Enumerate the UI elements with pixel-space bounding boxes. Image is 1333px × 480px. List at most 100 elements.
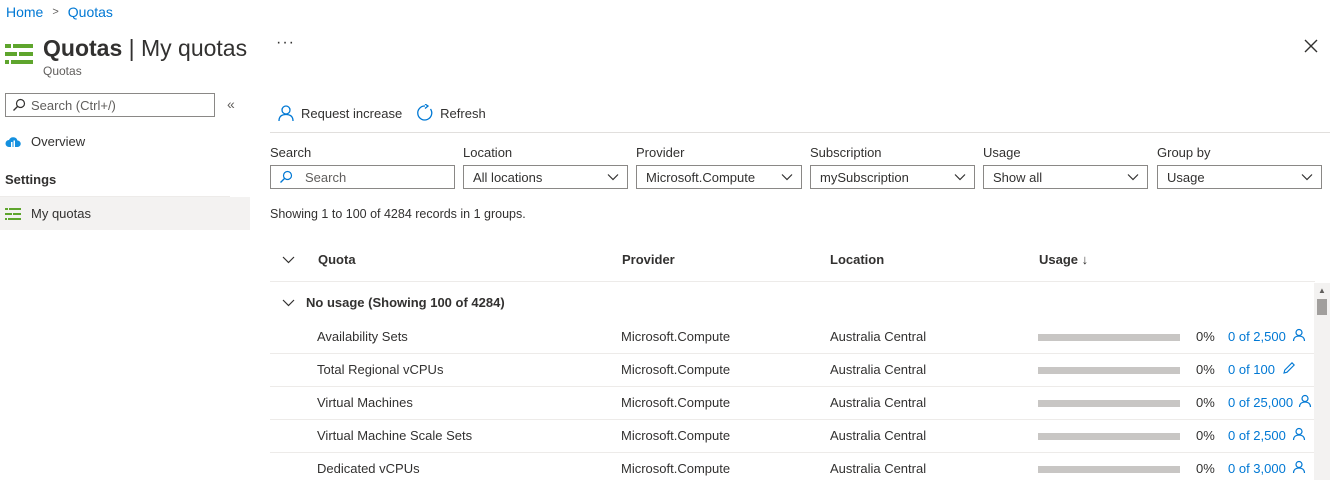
toolbar: Request increase Refresh bbox=[277, 104, 486, 122]
quota-cell: Total Regional vCPUs bbox=[317, 362, 444, 377]
usage-limit-link[interactable]: 0 of 100 bbox=[1228, 362, 1275, 377]
page-subtitle: Quotas bbox=[43, 64, 82, 78]
close-icon[interactable] bbox=[1301, 36, 1321, 56]
request-increase-label: Request increase bbox=[301, 105, 403, 121]
toolbar-divider bbox=[270, 132, 1330, 133]
usage-dropdown[interactable]: Show all bbox=[983, 165, 1148, 189]
search-input[interactable]: Search bbox=[270, 165, 455, 189]
pencil-icon[interactable] bbox=[1282, 361, 1296, 375]
quota-cell: Virtual Machines bbox=[317, 395, 413, 410]
location-cell: Australia Central bbox=[830, 461, 927, 476]
group-label: No usage (Showing 100 of 4284) bbox=[306, 295, 505, 310]
chevron-right-icon: > bbox=[52, 6, 59, 18]
location-filter-label: Location bbox=[463, 145, 513, 160]
refresh-icon bbox=[417, 104, 433, 121]
chevron-down-icon bbox=[1301, 174, 1313, 181]
table-row[interactable]: Availability Sets Microsoft.Compute Aust… bbox=[270, 321, 1315, 354]
chevron-down-icon bbox=[954, 174, 966, 181]
usage-limit-link[interactable]: 0 of 2,500 bbox=[1228, 428, 1286, 443]
location-filter: Location All locations bbox=[463, 145, 628, 189]
person-icon[interactable] bbox=[1292, 328, 1306, 342]
usage-dropdown-value: Show all bbox=[993, 169, 1043, 185]
location-cell: Australia Central bbox=[830, 395, 927, 410]
collapse-nav-button[interactable]: « bbox=[227, 96, 235, 112]
scroll-thumb[interactable] bbox=[1317, 299, 1327, 315]
column-header-provider[interactable]: Provider bbox=[622, 252, 675, 267]
subscription-filter-label: Subscription bbox=[810, 145, 882, 160]
nav-search-placeholder: Search (Ctrl+/) bbox=[31, 97, 116, 113]
sidebar-item-label: My quotas bbox=[31, 206, 91, 221]
subscription-dropdown[interactable]: mySubscription bbox=[810, 165, 975, 189]
usage-percent: 0% bbox=[1196, 428, 1215, 443]
person-icon[interactable] bbox=[1292, 427, 1306, 441]
provider-cell: Microsoft.Compute bbox=[621, 395, 731, 410]
search-icon bbox=[13, 98, 26, 111]
quota-cell: Availability Sets bbox=[317, 329, 408, 344]
page-header: Quotas | My quotas Quotas bbox=[5, 36, 247, 78]
sidebar-item-overview[interactable]: Overview bbox=[0, 125, 250, 158]
quota-cell: Dedicated vCPUs bbox=[317, 461, 420, 476]
chevron-down-icon bbox=[781, 174, 793, 181]
person-icon[interactable] bbox=[1298, 394, 1312, 408]
chevron-down-icon bbox=[1127, 174, 1139, 181]
provider-cell: Microsoft.Compute bbox=[621, 329, 731, 344]
location-dropdown-value: All locations bbox=[473, 169, 543, 185]
refresh-button[interactable]: Refresh bbox=[416, 104, 486, 122]
more-options-button[interactable]: ··· bbox=[276, 34, 295, 52]
usage-filter-label: Usage bbox=[983, 145, 1021, 160]
provider-cell: Microsoft.Compute bbox=[621, 428, 731, 443]
breadcrumb-home-link[interactable]: Home bbox=[6, 4, 43, 20]
group-row[interactable]: No usage (Showing 100 of 4284) bbox=[270, 288, 1310, 318]
provider-filter: Provider Microsoft.Compute bbox=[636, 145, 802, 189]
chevron-down-icon[interactable] bbox=[282, 299, 295, 307]
location-cell: Australia Central bbox=[830, 428, 927, 443]
usage-percent: 0% bbox=[1196, 362, 1215, 377]
table-row[interactable]: Virtual Machines Microsoft.Compute Austr… bbox=[270, 387, 1315, 420]
usage-limit-link[interactable]: 0 of 3,000 bbox=[1228, 461, 1286, 476]
table-row[interactable]: Virtual Machine Scale Sets Microsoft.Com… bbox=[270, 420, 1315, 453]
search-icon bbox=[280, 170, 293, 183]
table-header: Quota Provider Location Usage ↓ bbox=[270, 242, 1315, 282]
usage-limit-link[interactable]: 0 of 25,000 bbox=[1228, 395, 1293, 410]
breadcrumb-quotas-link[interactable]: Quotas bbox=[68, 4, 113, 20]
usage-bar bbox=[1038, 433, 1180, 440]
scroll-up-icon[interactable]: ▲ bbox=[1318, 286, 1326, 295]
usage-percent: 0% bbox=[1196, 329, 1215, 344]
usage-bar bbox=[1038, 400, 1180, 407]
groupby-filter: Group by Usage bbox=[1157, 145, 1322, 189]
location-cell: Australia Central bbox=[830, 329, 927, 344]
subscription-filter: Subscription mySubscription bbox=[810, 145, 975, 189]
provider-cell: Microsoft.Compute bbox=[621, 362, 731, 377]
chevron-down-icon bbox=[607, 174, 619, 181]
table-row[interactable]: Dedicated vCPUs Microsoft.Compute Austra… bbox=[270, 453, 1315, 480]
groupby-dropdown[interactable]: Usage bbox=[1157, 165, 1322, 189]
usage-limit-link[interactable]: 0 of 2,500 bbox=[1228, 329, 1286, 344]
nav-search-input[interactable]: Search (Ctrl+/) bbox=[5, 93, 215, 117]
usage-percent: 0% bbox=[1196, 395, 1215, 410]
quotas-icon bbox=[5, 207, 21, 220]
usage-filter: Usage Show all bbox=[983, 145, 1148, 189]
records-summary: Showing 1 to 100 of 4284 records in 1 gr… bbox=[270, 207, 526, 221]
person-icon[interactable] bbox=[1292, 460, 1306, 474]
cloud-icon bbox=[5, 136, 21, 147]
table-row[interactable]: Total Regional vCPUs Microsoft.Compute A… bbox=[270, 354, 1315, 387]
refresh-label: Refresh bbox=[440, 105, 486, 121]
column-header-usage[interactable]: Usage ↓ bbox=[1039, 252, 1088, 267]
breadcrumb: Home > Quotas bbox=[6, 4, 113, 20]
provider-cell: Microsoft.Compute bbox=[621, 461, 731, 476]
request-increase-button[interactable]: Request increase bbox=[277, 104, 402, 122]
provider-dropdown[interactable]: Microsoft.Compute bbox=[636, 165, 802, 189]
chevron-down-icon[interactable] bbox=[282, 256, 295, 264]
table-scrollbar[interactable]: ▲ bbox=[1314, 283, 1330, 480]
sidebar-item-my-quotas[interactable]: My quotas bbox=[0, 197, 250, 230]
provider-dropdown-value: Microsoft.Compute bbox=[646, 169, 756, 185]
quotas-icon bbox=[5, 44, 33, 64]
nav-section-settings: Settings bbox=[5, 172, 57, 187]
column-header-quota[interactable]: Quota bbox=[318, 252, 356, 267]
usage-bar bbox=[1038, 367, 1180, 374]
location-dropdown[interactable]: All locations bbox=[463, 165, 628, 189]
column-header-location[interactable]: Location bbox=[830, 252, 884, 267]
quota-cell: Virtual Machine Scale Sets bbox=[317, 428, 473, 443]
sidebar-item-label: Overview bbox=[31, 134, 86, 149]
search-placeholder: Search bbox=[305, 169, 347, 185]
